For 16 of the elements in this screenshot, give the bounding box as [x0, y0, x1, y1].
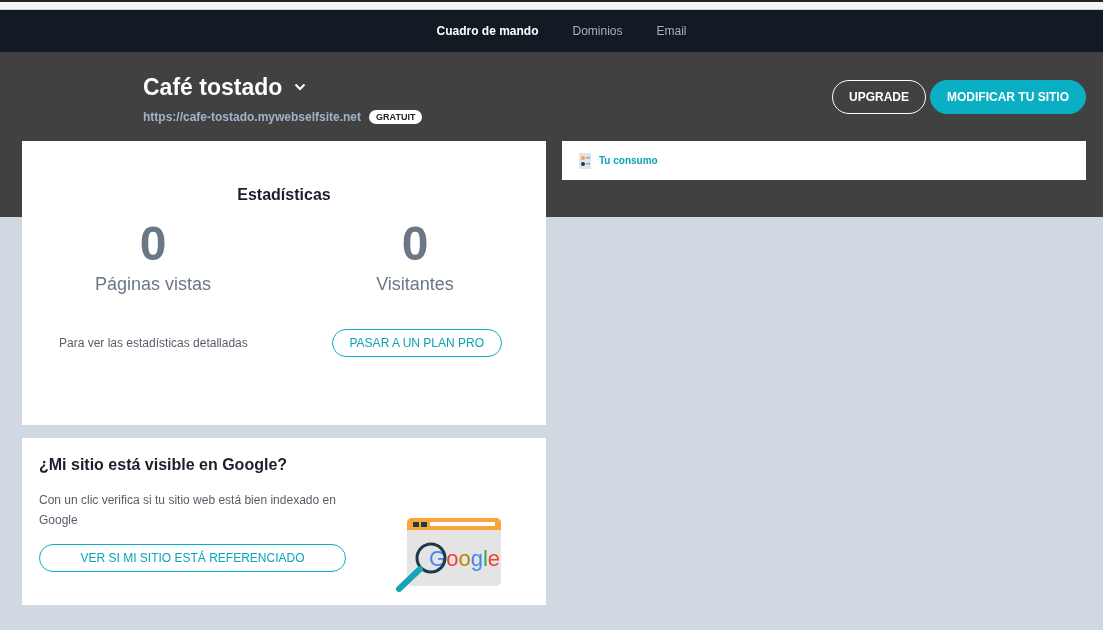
nav-tab[interactable]: Email	[656, 24, 687, 38]
card-title: ¿Mi sitio está visible en Google?	[39, 456, 289, 474]
nav-tab[interactable]: Cuadro de mando	[436, 24, 539, 38]
report-icon	[579, 152, 591, 169]
plan-badge: GRATUIT	[369, 109, 423, 124]
site-url: https://cafe-tostado.mywebselfsite.net	[143, 109, 362, 124]
metric-value: 0	[139, 216, 167, 272]
chevron-down-icon[interactable]	[294, 83, 307, 91]
card-title: Estadísticas	[237, 186, 331, 204]
metric-value: 0	[401, 216, 429, 272]
stats-note: Para ver las estadísticas detalladas	[59, 336, 248, 350]
site-title: Café tostado	[143, 73, 283, 101]
nav-tab[interactable]: Dominios	[572, 24, 623, 38]
metric-label: Páginas vistas	[94, 274, 212, 295]
card-description: Con un clic verifica si tu sitio web está bien indexado en Google	[39, 492, 337, 529]
metric-label: Visitantes	[376, 274, 454, 295]
